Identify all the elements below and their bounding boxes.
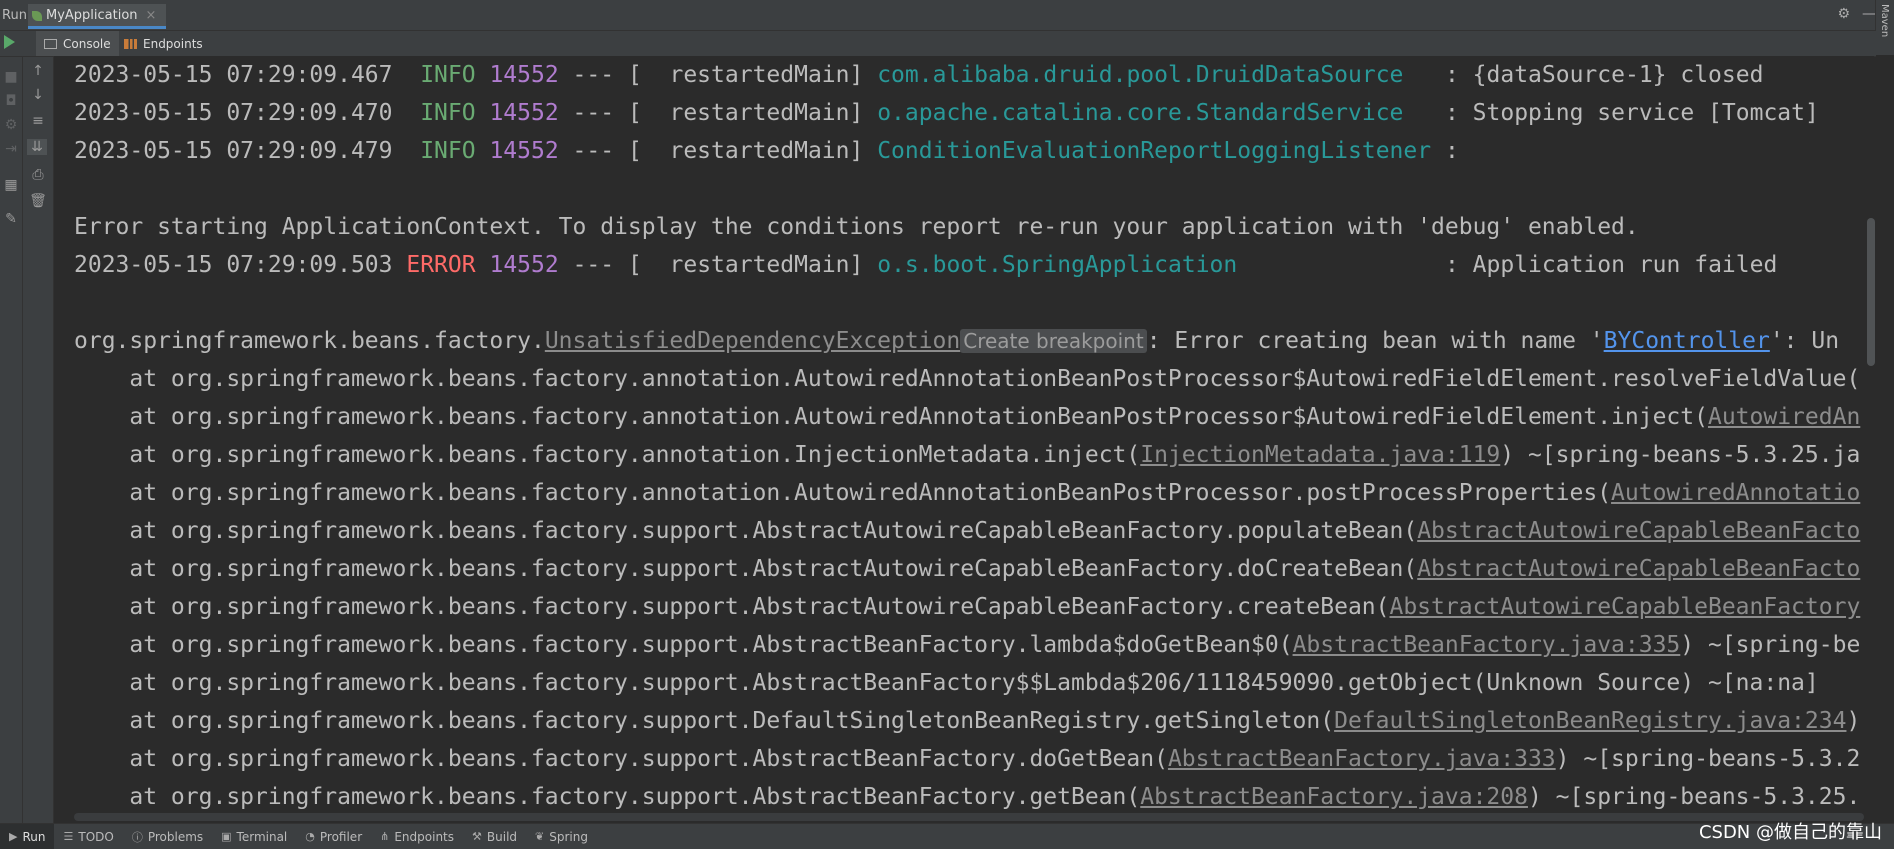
spring-boot-icon [32, 11, 42, 21]
log-line: 2023-05-15 07:29:09.467 INFO 14552 --- [… [74, 62, 1764, 88]
tool-spring[interactable]: ❦ Spring [526, 824, 597, 849]
trash-icon[interactable]: 🗑 [28, 193, 48, 209]
stop-icon[interactable]: ■ [1, 69, 21, 85]
exit-icon[interactable]: ⇥ [1, 141, 21, 157]
vertical-scrollbar[interactable] [1867, 218, 1875, 366]
up-arrow-icon[interactable]: ↑ [28, 63, 48, 79]
maven-side-tab[interactable]: Maven [1875, 0, 1894, 55]
stack-frame: at org.springframework.beans.factory.sup… [74, 784, 1861, 810]
maven-label: Maven [1879, 4, 1890, 38]
pin-icon[interactable]: ✎ [1, 211, 21, 227]
endpoints-icon: ⋔ [380, 830, 390, 843]
stack-frame: at org.springframework.beans.factory.ann… [74, 442, 1861, 468]
profiler-icon: ◔ [305, 830, 315, 843]
settings-dim-icon[interactable]: ⚙ [1, 117, 21, 133]
print-icon[interactable]: ⎙ [28, 167, 48, 183]
exception-line: org.springframework.beans.factory.Unsati… [74, 328, 1840, 354]
stack-frame: at org.springframework.beans.factory.ann… [74, 404, 1861, 430]
tab-endpoints-label: Endpoints [143, 36, 203, 51]
csdn-watermark: CSDN @做自己的靠山 [1698, 822, 1882, 843]
log-line: 2023-05-15 07:29:09.470 INFO 14552 --- [… [74, 100, 1819, 126]
run-icon: ▶ [9, 830, 18, 843]
tool-endpoints[interactable]: ⋔ Endpoints [371, 824, 463, 849]
tab-endpoints[interactable]: Endpoints [118, 31, 209, 56]
terminal-icon: ▣ [221, 830, 232, 843]
problems-icon: ⓘ [131, 830, 143, 844]
down-arrow-icon[interactable]: ↓ [28, 87, 48, 103]
tool-problems[interactable]: ⓘ Problems [123, 824, 212, 849]
soft-wrap-icon[interactable]: ≡ [28, 113, 48, 129]
run-sub-tabs: Console Endpoints [0, 31, 1876, 57]
minimize-icon[interactable]: — [1862, 6, 1876, 22]
stack-frame: at org.springframework.beans.factory.ann… [74, 480, 1861, 506]
tool-terminal[interactable]: ▣ Terminal [212, 824, 296, 849]
stack-frame: at org.springframework.beans.factory.ann… [74, 366, 1861, 392]
todo-icon: ☰ [63, 830, 74, 843]
stack-frame: at org.springframework.beans.factory.sup… [74, 556, 1861, 582]
stack-frame: at org.springframework.beans.factory.sup… [74, 632, 1861, 658]
endpoints-icon [124, 38, 137, 49]
build-icon: ⚒ [472, 830, 482, 843]
stack-frame: at org.springframework.beans.factory.sup… [74, 594, 1861, 620]
camera-icon[interactable]: ◘ [1, 93, 21, 109]
stack-frame: at org.springframework.beans.factory.sup… [74, 746, 1861, 772]
run-label: Run: [2, 8, 32, 23]
tool-run[interactable]: ▶ Run [0, 824, 55, 849]
console-icon [44, 38, 57, 49]
console-output[interactable]: 2023-05-15 07:29:09.467 INFO 14552 --- [… [54, 56, 1874, 821]
stack-frame: at org.springframework.beans.factory.sup… [74, 708, 1861, 734]
stack-frame: at org.springframework.beans.factory.sup… [74, 518, 1861, 544]
tool-build[interactable]: ⚒ Build [463, 824, 526, 849]
error-context-line: Error starting ApplicationContext. To di… [74, 214, 1639, 240]
stack-frame: at org.springframework.beans.factory.sup… [74, 670, 1819, 696]
tab-console[interactable]: Console [36, 31, 119, 56]
spring-icon: ❦ [535, 830, 545, 843]
run-tool-window-header: Run: MyApplication × ⚙ — [0, 0, 1894, 31]
bean-class-link[interactable]: BYController [1604, 328, 1770, 354]
layout-icon[interactable]: ▦ [1, 177, 21, 193]
create-breakpoint-tooltip[interactable]: Create breakpoint [960, 329, 1147, 353]
gear-icon[interactable]: ⚙ [1837, 6, 1850, 22]
run-actions-toolbar: ■ ◘ ⚙ ⇥ ▦ ✎ [0, 57, 23, 823]
tab-myapplication[interactable]: MyApplication × [28, 4, 167, 29]
tool-todo[interactable]: ☰ TODO [54, 824, 122, 849]
tool-window-bar: ▶ Run ☰ TODO ⓘ Problems ▣ Terminal ◔ Profiler… [0, 823, 1894, 849]
exception-class-link[interactable]: UnsatisfiedDependencyException [545, 328, 960, 354]
tab-myapplication-label: MyApplication [46, 7, 138, 23]
close-icon[interactable]: × [146, 8, 157, 23]
rerun-icon[interactable] [4, 35, 15, 49]
horizontal-scrollbar[interactable] [74, 813, 1864, 821]
console-actions-toolbar: ↑ ↓ ≡ ⇊ ⎙ 🗑 [23, 57, 54, 823]
log-line: 2023-05-15 07:29:09.479 INFO 14552 --- [… [74, 138, 1459, 164]
error-log-line: 2023-05-15 07:29:09.503 ERROR 14552 --- … [74, 252, 1778, 278]
tab-console-label: Console [63, 36, 111, 51]
scroll-to-end-icon[interactable]: ⇊ [27, 139, 47, 155]
tool-profiler[interactable]: ◔ Profiler [296, 824, 371, 849]
